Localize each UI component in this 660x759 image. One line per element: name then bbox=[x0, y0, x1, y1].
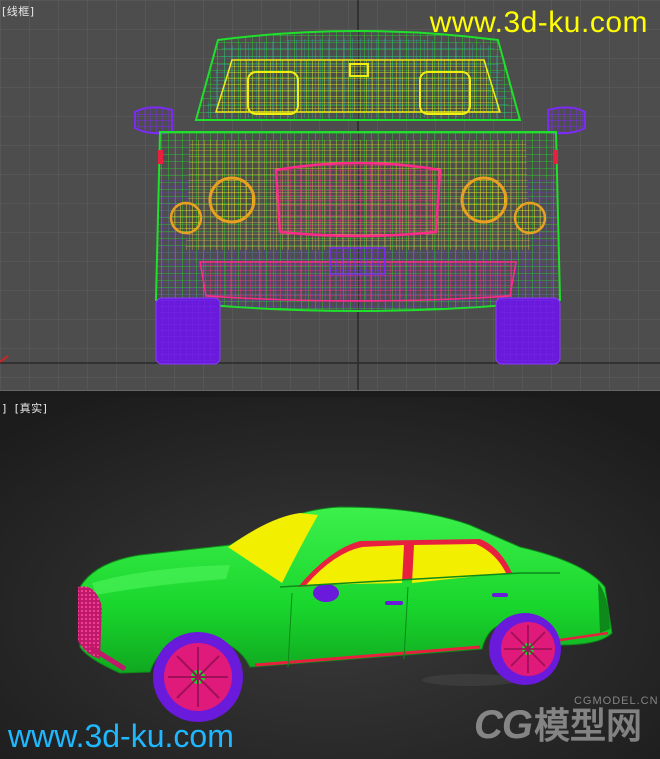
viewport-front-wireframe[interactable]: [线框] www.3d-ku.com bbox=[0, 0, 660, 390]
viewport-perspective-shaded[interactable]: ] [真实] CGMODEL.CN CG模型网 www.3d-ku.com bbox=[0, 397, 660, 759]
cg-logo-big-text: CG bbox=[473, 703, 533, 747]
watermark-bottom: www.3d-ku.com bbox=[8, 718, 234, 754]
viewport-label-bottom[interactable]: ] [真实] bbox=[2, 400, 51, 416]
watermark-top: www.3d-ku.com bbox=[429, 6, 648, 39]
viewport-mode-label[interactable]: [线框] bbox=[2, 5, 35, 18]
cg-logo-watermark: CGMODEL.CN CG模型网 bbox=[473, 695, 658, 749]
viewport-shading-label[interactable]: [真实] bbox=[15, 402, 48, 415]
viewport-label-top[interactable]: [线框] bbox=[2, 3, 39, 19]
viewport-partial-label[interactable]: ] bbox=[2, 402, 7, 415]
cg-logo-small-text: CGMODEL.CN bbox=[573, 695, 659, 707]
cg-logo-cn-text: 模型网 bbox=[533, 705, 642, 746]
front-view-canvas bbox=[0, 0, 660, 390]
